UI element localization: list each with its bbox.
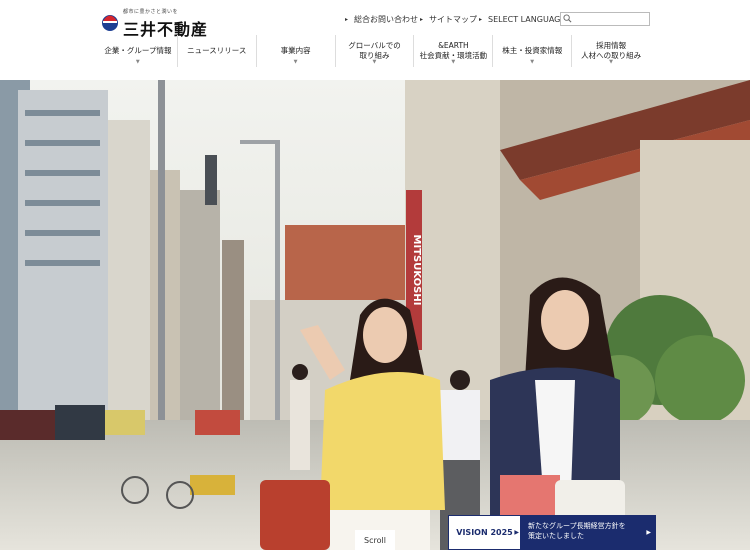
vision-banner[interactable]: VISION 2025 ▶ 新たなグループ長期経営方針を 策定いたしました ▶	[448, 515, 656, 550]
language-selector[interactable]: ▸ SELECT LANGUAGE	[479, 12, 565, 26]
nav-item-corporate[interactable]: 企業・グループ情報 ▼	[99, 35, 177, 67]
search-icon[interactable]	[563, 14, 572, 23]
nav-item-earth[interactable]: &EARTH 社会貢献・環境活動 ▼	[413, 35, 492, 67]
arrow-right-icon: ▶	[646, 529, 651, 536]
vision-text-box: 新たなグループ長期経営方針を 策定いたしました ▶	[520, 515, 656, 550]
nav-item-label: &EARTH	[438, 41, 469, 50]
nav-item-global[interactable]: グローバルでの 取り組み ▼	[334, 35, 414, 67]
vision-line-2: 策定いたしました	[528, 532, 584, 540]
nav-item-label: 企業・グループ情報	[104, 46, 172, 55]
chevron-down-icon: ▼	[372, 59, 377, 65]
contact-link-label: 総合お問い合わせ	[354, 14, 418, 24]
bullet-icon: ▸	[345, 15, 349, 23]
vision-line-1: 新たなグループ長期経営方針を	[528, 522, 626, 530]
nav-item-label: 採用情報	[596, 41, 627, 50]
vision-title: VISION 2025	[456, 528, 513, 537]
logo-mark-icon	[102, 15, 118, 31]
bullet-icon: ▸	[479, 15, 483, 23]
nav-item-label: グローバルでの	[348, 41, 401, 50]
search-box	[560, 12, 650, 26]
nav-item-news[interactable]: ニュースリリース	[176, 35, 256, 67]
search-input[interactable]	[575, 13, 647, 25]
arrow-right-icon: ▶	[514, 529, 519, 536]
logo-tagline: 都市に豊かさと潤いを	[123, 9, 179, 15]
chevron-down-icon: ▼	[451, 59, 456, 65]
sitemap-link[interactable]: ▸ サイトマップ	[420, 12, 477, 26]
chevron-down-icon: ▼	[530, 59, 535, 65]
global-nav: 企業・グループ情報 ▼ ニュースリリース 事業内容 ▼ グローバルでの 取り組み…	[99, 35, 650, 67]
site-logo[interactable]: 都市に豊かさと潤いを 三井不動産	[99, 6, 207, 39]
hero-signage: MITSUKOSHI	[411, 235, 422, 306]
nav-item-label: 株主・投資家情報	[502, 46, 563, 55]
chevron-down-icon: ▼	[609, 59, 613, 65]
chevron-down-icon: ▼	[293, 59, 298, 65]
site-header: 都市に豊かさと潤いを 三井不動産 ▸ 総合お問い合わせ ▸ サイトマップ ▸ S…	[0, 0, 750, 68]
contact-link[interactable]: ▸ 総合お問い合わせ	[345, 12, 418, 26]
nav-item-label: ニュースリリース	[187, 46, 247, 55]
nav-item-recruit[interactable]: 採用情報 人材への取り組み ▼	[571, 35, 650, 67]
bullet-icon: ▸	[420, 15, 424, 23]
sitemap-link-label: サイトマップ	[429, 14, 477, 24]
nav-item-business[interactable]: 事業内容 ▼	[255, 35, 335, 67]
chevron-down-icon: ▼	[135, 59, 140, 65]
vision-title-box: VISION 2025 ▶	[448, 515, 520, 550]
nav-item-investors[interactable]: 株主・投資家情報 ▼	[492, 35, 571, 67]
scroll-button[interactable]: Scroll	[355, 530, 395, 550]
language-selector-label: SELECT LANGUAGE	[488, 14, 566, 24]
hero-street-scene: MITSUKOSHI	[0, 80, 750, 550]
hero-image: MITSUKOSHI	[0, 80, 750, 550]
nav-item-label: 事業内容	[280, 46, 311, 55]
